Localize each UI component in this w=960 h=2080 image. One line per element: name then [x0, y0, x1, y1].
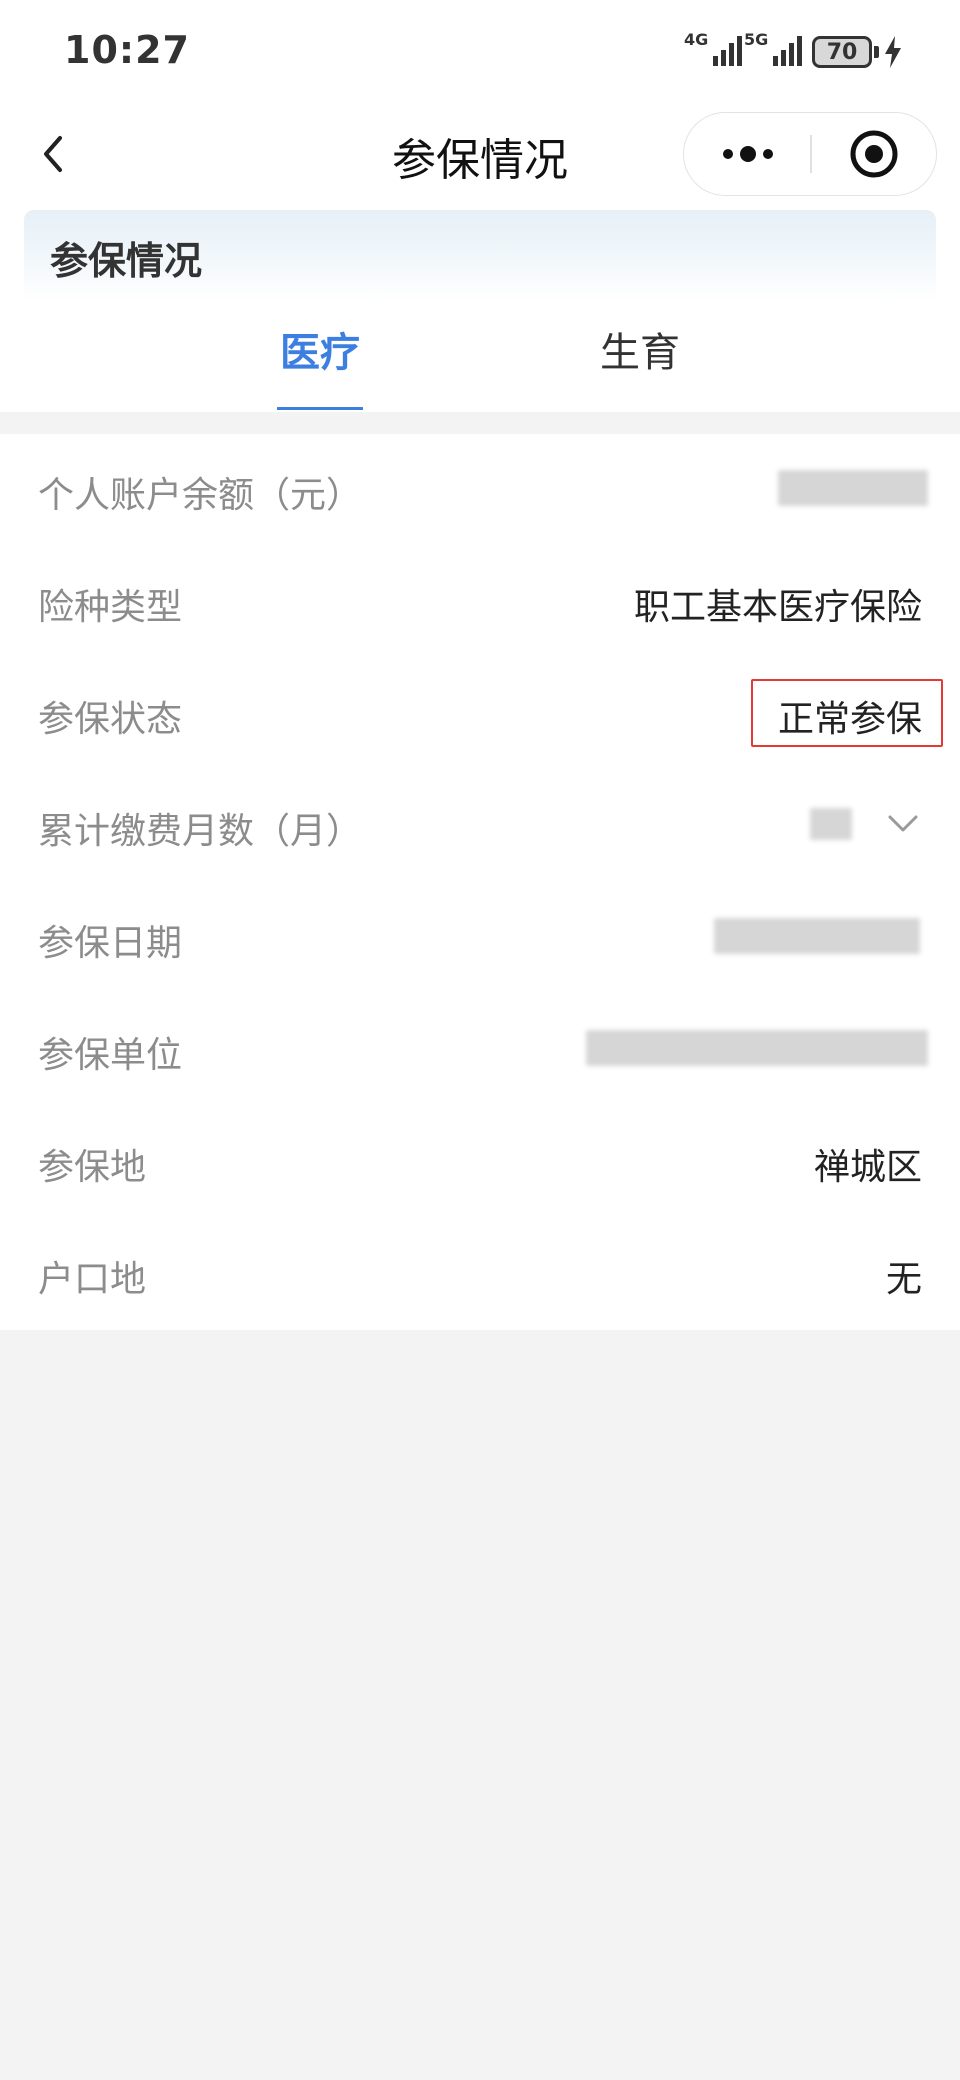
insurance-info-list: 个人账户余额（元） 险种类型 职工基本医疗保险 参保状态 正常参保 累计缴费月数… — [0, 434, 960, 1330]
tab-maternity[interactable]: 生育 — [600, 320, 680, 412]
row-label: 险种类型 — [38, 587, 183, 628]
signal-4g-icon: 4G — [684, 30, 743, 66]
battery-cap — [874, 46, 879, 58]
row-insurance-location: 参保地 禅城区 — [0, 1106, 960, 1218]
signal-5g-icon: 5G — [744, 30, 803, 66]
bolt-icon — [885, 36, 901, 68]
row-account-balance: 个人账户余额（元） — [0, 434, 960, 546]
row-insurance-type: 险种类型 职工基本医疗保险 — [0, 546, 960, 658]
more-dots-icon[interactable] — [684, 113, 810, 195]
battery-level: 70 — [826, 39, 858, 65]
redacted-value — [714, 918, 920, 954]
chevron-down-icon[interactable] — [886, 808, 920, 838]
banner-title: 参保情况 — [50, 239, 203, 283]
row-value: 禅城区 — [813, 1147, 922, 1188]
row-label: 个人账户余额（元） — [38, 475, 363, 516]
row-household-registration: 户口地 无 — [0, 1218, 960, 1330]
tab-bar: 医疗 生育 — [0, 300, 960, 412]
row-label: 户口地 — [38, 1259, 147, 1300]
redacted-value — [586, 1030, 928, 1066]
nav-bar: 参保情况 — [0, 100, 960, 210]
mini-program-capsule — [683, 112, 937, 196]
redacted-value — [778, 470, 928, 506]
active-tab-indicator — [277, 407, 363, 410]
row-insurance-date: 参保日期 — [0, 882, 960, 994]
row-value: 职工基本医疗保险 — [633, 587, 922, 628]
network-type-label: 4G — [684, 30, 709, 49]
row-value: 无 — [885, 1259, 922, 1300]
row-label: 参保地 — [38, 1147, 147, 1188]
target-circle-icon[interactable] — [812, 113, 938, 195]
status-time: 10:27 — [64, 28, 190, 72]
row-payment-months[interactable]: 累计缴费月数（月） — [0, 770, 960, 882]
status-bar: 10:27 4G 5G 70 — [0, 0, 960, 100]
section-banner: 参保情况 — [24, 210, 936, 300]
redacted-value — [810, 808, 852, 840]
row-label: 累计缴费月数（月） — [38, 811, 363, 852]
row-label: 参保单位 — [38, 1035, 183, 1076]
battery-icon: 70 — [812, 36, 872, 68]
row-label: 参保日期 — [38, 923, 183, 964]
row-insurance-employer: 参保单位 — [0, 994, 960, 1106]
network-type-label: 5G — [744, 30, 769, 49]
row-label: 参保状态 — [38, 699, 183, 740]
status-highlight-box — [751, 679, 943, 747]
tab-medical[interactable]: 医疗 — [280, 320, 360, 412]
